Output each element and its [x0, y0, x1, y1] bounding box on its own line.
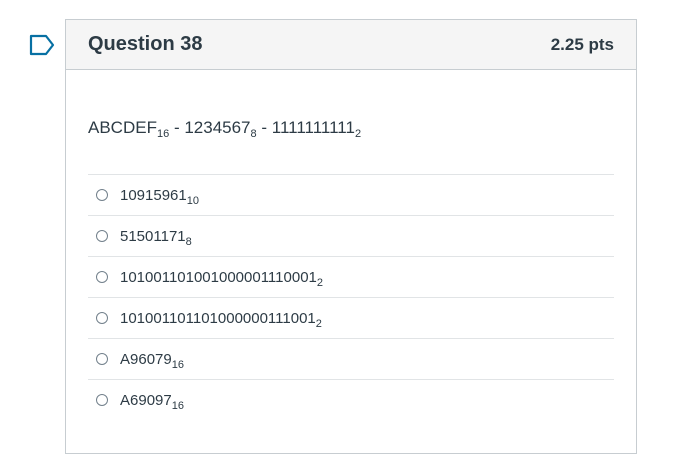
answer-option[interactable]: 1010011011010000001110012	[88, 297, 614, 338]
radio-unchecked-icon[interactable]	[96, 271, 108, 283]
answer-label: 1091596110	[120, 186, 199, 207]
radio-unchecked-icon[interactable]	[96, 312, 108, 324]
answer-label: A6909716	[120, 391, 184, 412]
question-title: Question 38	[88, 33, 203, 55]
question-header: Question 38 2.25 pts	[66, 20, 636, 70]
answer-option[interactable]: A9607916	[88, 338, 614, 379]
answer-list: 1091596110 515011718 1010011010010000011…	[88, 174, 614, 420]
answer-label: A9607916	[120, 350, 184, 371]
radio-unchecked-icon[interactable]	[96, 230, 108, 242]
operand-c: 1111111111	[271, 118, 355, 137]
operand-a: ABCDEF	[88, 118, 157, 137]
answer-option[interactable]: 1010011010010000011100012	[88, 256, 614, 297]
operator: -	[256, 118, 272, 137]
radio-unchecked-icon[interactable]	[96, 189, 108, 201]
operator: -	[169, 118, 185, 137]
radio-unchecked-icon[interactable]	[96, 394, 108, 406]
answer-option[interactable]: 1091596110	[88, 174, 614, 215]
answer-label: 1010011010010000011100012	[120, 268, 323, 289]
operand-c-base: 2	[354, 128, 362, 140]
answer-label: 1010011011010000001110012	[120, 309, 322, 330]
question-text: ABCDEF16 - 12345678 - 11111111112	[88, 118, 614, 140]
operand-b: 1234567	[184, 118, 251, 137]
bookmark-flag-icon[interactable]	[29, 34, 55, 56]
answer-option[interactable]: 515011718	[88, 215, 614, 256]
answer-label: 515011718	[120, 227, 192, 248]
radio-unchecked-icon[interactable]	[96, 353, 108, 365]
answer-option[interactable]: A6909716	[88, 379, 614, 420]
operand-a-base: 16	[156, 128, 170, 140]
question-card: Question 38 2.25 pts ABCDEF16 - 12345678…	[65, 19, 637, 454]
question-points: 2.25 pts	[550, 34, 614, 54]
